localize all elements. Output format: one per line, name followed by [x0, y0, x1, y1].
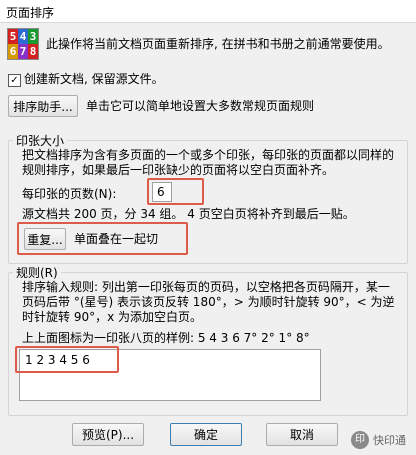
print-sheet-legend: 印张大小	[13, 132, 68, 149]
page-order-icon-cell: 7	[18, 44, 28, 59]
preview-button[interactable]: 预览(P)...	[72, 423, 144, 446]
print-sheet-description: 把文档排序为含有多页面的一个或多个印张，每印张的页面都以同样的规则排序，如果最后…	[22, 148, 395, 177]
ok-button[interactable]: 确定	[170, 423, 242, 446]
cancel-button[interactable]: 取消	[266, 423, 338, 446]
page-order-icon: 543678	[7, 28, 39, 60]
rules-legend: 规则(R)	[13, 264, 61, 281]
create-new-doc-label: 创建新文档, 保留源文件。	[24, 72, 164, 86]
watermark-text: 快印通	[373, 434, 406, 447]
pages-per-sheet-label: 每印张的页数(N):	[22, 187, 117, 201]
create-new-doc-checkbox[interactable]: ✓	[8, 74, 21, 87]
watermark-icon: 印	[351, 431, 369, 449]
rules-description: 排序输入规则: 列出第一印张每页的页码，以空格把各页码隔开，某一页码后带 °(星…	[22, 280, 395, 324]
page-order-icon-cell: 4	[18, 29, 28, 44]
page-order-icon-cell: 5	[8, 29, 18, 44]
page-order-icon-cell: 6	[8, 44, 18, 59]
window-title: 页面排序	[6, 6, 55, 20]
rules-highlight	[15, 346, 119, 373]
pages-per-sheet-highlight	[147, 178, 204, 205]
page-order-icon-cell: 8	[28, 44, 38, 59]
sort-helper-button[interactable]: 排序助手...	[8, 95, 78, 117]
sort-helper-description: 单击它可以简单地设置大多数常规页面规则	[86, 99, 315, 113]
rules-example: 上上面图标为一印张八页的样例: 5 4 3 6 7° 2° 1° 8°	[22, 331, 310, 345]
repeat-highlight	[17, 222, 188, 255]
page-order-icon-cell: 3	[28, 29, 38, 44]
header-description: 此操作将当前文档页面重新排序, 在拼书和书册之前通常要使用。	[46, 37, 390, 51]
watermark-logo: 印 快印通	[351, 431, 406, 449]
title-bar: 页面排序	[0, 0, 416, 23]
source-info: 源文档共 200 页，分 34 组。 4 页空白页将补齐到最后一贴。	[22, 207, 355, 221]
